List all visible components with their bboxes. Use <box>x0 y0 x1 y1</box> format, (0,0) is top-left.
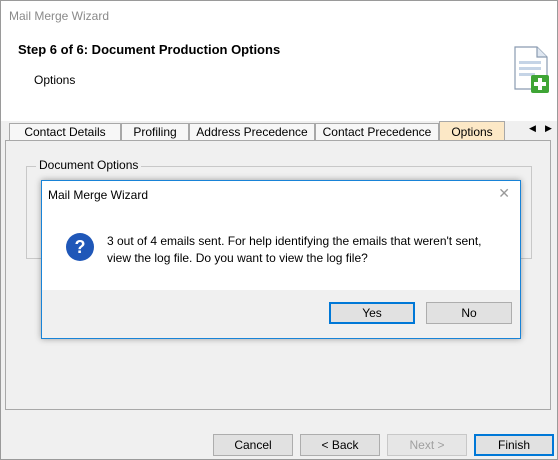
tab-options[interactable]: Options <box>439 121 505 141</box>
wizard-header: Step 6 of 6: Document Production Options… <box>1 31 557 121</box>
finish-button[interactable]: Finish <box>474 434 554 456</box>
tab-contact-details[interactable]: Contact Details <box>9 123 121 140</box>
document-options-label: Document Options <box>36 158 142 172</box>
tab-contact-precedence[interactable]: Contact Precedence <box>315 123 439 140</box>
title-bar: Mail Merge Wizard <box>1 1 557 31</box>
cancel-button[interactable]: Cancel <box>213 434 293 456</box>
tab-strip: Contact Details Profiling Address Preced… <box>1 121 557 141</box>
confirmation-dialog: Mail Merge Wizard ✕ ? 3 out of 4 emails … <box>41 180 521 339</box>
dialog-title: Mail Merge Wizard <box>48 188 149 202</box>
next-button[interactable]: Next > <box>387 434 467 456</box>
dialog-footer: Yes No <box>42 290 520 338</box>
back-button[interactable]: < Back <box>300 434 380 456</box>
close-icon[interactable]: ✕ <box>498 185 510 202</box>
step-subtitle: Options <box>34 73 76 87</box>
no-button[interactable]: No <box>426 302 512 324</box>
yes-button[interactable]: Yes <box>329 302 415 324</box>
tab-scroll-right-icon[interactable]: ▶ <box>545 123 552 134</box>
tab-address-precedence[interactable]: Address Precedence <box>189 123 315 140</box>
tab-scroll-left-icon[interactable]: ◀ <box>529 123 536 134</box>
question-icon: ? <box>66 233 94 261</box>
step-title: Step 6 of 6: Document Production Options <box>18 42 281 57</box>
window-title: Mail Merge Wizard <box>9 9 110 23</box>
dialog-message: 3 out of 4 emails sent. For help identif… <box>107 234 482 265</box>
add-document-icon <box>514 46 549 93</box>
tab-profiling[interactable]: Profiling <box>121 123 189 140</box>
